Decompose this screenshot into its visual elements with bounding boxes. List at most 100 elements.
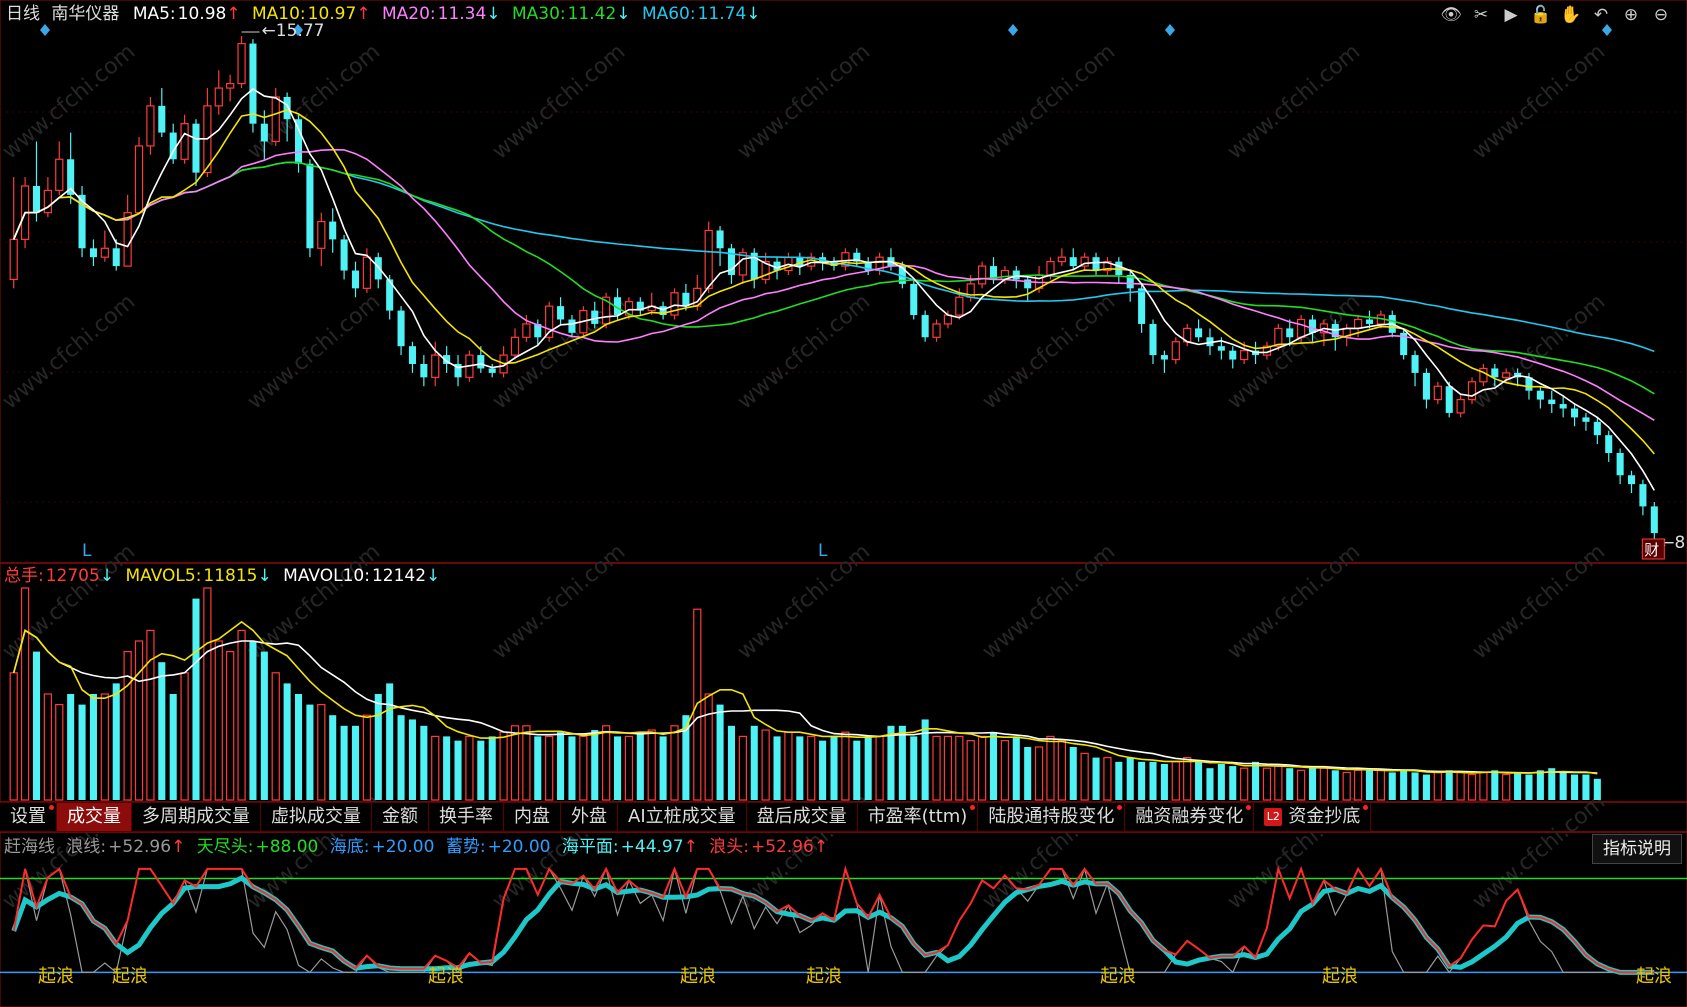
candle-body [1479, 367, 1488, 383]
candle-body [921, 315, 929, 338]
volume-bar [192, 598, 200, 800]
candle-body [1171, 341, 1180, 361]
wave-label: 浪线: [66, 837, 107, 857]
volume-bar [169, 694, 177, 800]
volume-bar [773, 736, 781, 800]
tab-13[interactable]: L2 资金抄底 [1254, 802, 1372, 832]
candle-body [408, 346, 416, 364]
candle-body [226, 83, 235, 89]
l-marker: L [818, 541, 828, 561]
tab-indicator-dot [49, 805, 54, 810]
volume-bar [1502, 773, 1511, 801]
volume-bar [203, 587, 212, 801]
tab-11[interactable]: 陆股通持股变化 [978, 802, 1126, 832]
volume-bar [362, 714, 372, 801]
candle-body [1069, 257, 1077, 267]
tab-6[interactable]: 内盘 [504, 802, 561, 832]
volume-bar [557, 732, 565, 800]
volume-bar [784, 731, 793, 801]
volume-bar [1491, 770, 1499, 800]
volume-bar [420, 725, 428, 800]
qilang-label: 起浪 [680, 966, 716, 987]
candle-body [1240, 350, 1249, 361]
candle-body [100, 247, 109, 258]
langtou-arrow: ↑ [813, 837, 829, 857]
volume-bar [226, 650, 235, 801]
tab-4[interactable]: 金额 [372, 802, 429, 832]
volume-bar [819, 740, 827, 800]
tab-10[interactable]: 市盈率(ttm) [857, 802, 979, 832]
candle-body [1422, 372, 1430, 400]
volume-bar [431, 735, 440, 801]
volume-bar [1195, 761, 1203, 800]
tab-2[interactable]: 多周期成交量 [132, 802, 261, 832]
total-volume-label: 总手: [4, 566, 44, 586]
volume-bar [397, 715, 405, 800]
candle-body [568, 319, 576, 333]
volume-bar [1479, 771, 1488, 801]
volume-bar [1183, 756, 1192, 801]
volume-bar [1388, 772, 1396, 800]
candle-body [1353, 318, 1363, 329]
candle-body [1433, 385, 1442, 401]
tab-5[interactable]: 换手率 [429, 802, 504, 832]
volume-bar [1229, 766, 1237, 800]
volume-bar [602, 725, 611, 801]
volume-bar [670, 725, 679, 801]
qilang-label: 起浪 [1636, 966, 1672, 987]
indicator-tab-bar: 设置 成交量 多周期成交量 虚拟成交量 金额 换手率 内盘 外盘 AI立桩成交量 盘后成交量 市盈率… [0, 802, 1372, 832]
volume-bar [1331, 770, 1339, 800]
tab-7[interactable]: 外盘 [561, 802, 618, 832]
candle-body [271, 96, 280, 143]
volume-bar [67, 694, 75, 800]
tab-0[interactable]: 设置 [0, 802, 57, 832]
volume-bar [294, 694, 303, 800]
candle-body [123, 212, 132, 267]
candle-body [1559, 404, 1567, 409]
volume-bar [1069, 747, 1077, 800]
candle-body [1365, 319, 1374, 324]
volume-bar [1206, 768, 1214, 800]
volume-bar [761, 729, 770, 801]
candle-body [557, 306, 565, 320]
volume-bar [716, 704, 724, 800]
volume-bar [910, 736, 918, 800]
tab-3[interactable]: 虚拟成交量 [261, 802, 372, 832]
langtou-value: +52.96 [750, 837, 814, 857]
candle-body [1057, 256, 1066, 263]
candle-body [249, 43, 257, 124]
candle-body [317, 220, 326, 249]
candle-body [374, 257, 382, 280]
volume-bar [830, 736, 838, 800]
tab-12[interactable]: 融资融券变化 [1125, 802, 1255, 832]
mavol5-label: MAVOL5: [125, 566, 202, 586]
candle-body [910, 283, 918, 316]
volume-bar [1353, 769, 1363, 801]
volume-bar [329, 715, 337, 800]
volume-bar [796, 736, 804, 800]
indicator-name[interactable]: 赶海线 [4, 837, 55, 857]
candle-body [9, 238, 18, 281]
volume-bar [887, 725, 895, 800]
candle-body [192, 123, 200, 173]
indicator-explain-button[interactable]: 指标说明 [1592, 834, 1682, 864]
qilang-label: 起浪 [1100, 966, 1136, 987]
volume-bar [522, 725, 531, 801]
volume-bar [488, 736, 496, 800]
candle-body [477, 355, 485, 369]
volume-bar [1514, 772, 1522, 800]
volume-bar [454, 740, 462, 800]
high-price-label: ←15.77 [262, 21, 325, 41]
qilang-label: 起浪 [428, 966, 464, 987]
volume-bar [1252, 761, 1260, 800]
tab-8[interactable]: AI立桩成交量 [618, 802, 747, 832]
volume-bar [1000, 740, 1010, 801]
watermark-text: www.cfchi.com [1468, 789, 1610, 914]
watermark-text: www.cfchi.com [733, 289, 875, 414]
tab-9[interactable]: 盘后成交量 [746, 802, 858, 832]
candle-body [237, 42, 246, 85]
tab-label: 虚拟成交量 [271, 806, 361, 827]
tab-1[interactable]: 成交量 [57, 802, 132, 832]
volume-bar [1103, 756, 1112, 801]
candle-body [1445, 386, 1453, 413]
